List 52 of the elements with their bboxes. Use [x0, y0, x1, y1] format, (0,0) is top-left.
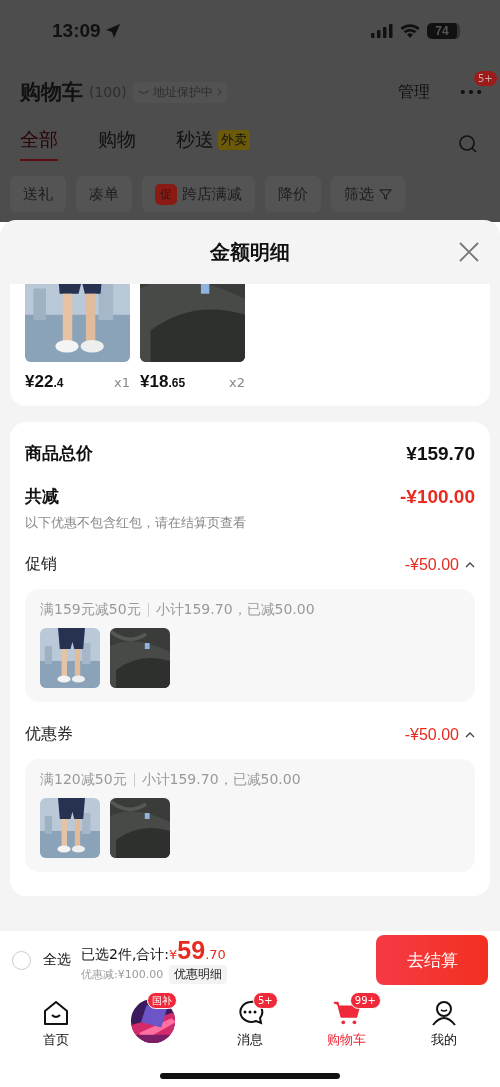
total-price: ¥159.70: [406, 442, 475, 465]
tab[interactable]: 全部: [20, 127, 58, 161]
notification-badge: 5+: [474, 71, 497, 86]
nav-tab[interactable]: 首页: [14, 989, 99, 1063]
total-label: 商品总价: [25, 442, 93, 465]
nav-tab[interactable]: 国补: [111, 989, 196, 1063]
item-price: ¥22.4: [25, 372, 64, 392]
discount-total: -¥100.00: [400, 485, 475, 508]
discount-label: 共减: [25, 485, 59, 508]
discount-amount: 优惠减:¥100.00: [81, 967, 164, 982]
person-icon: [429, 999, 458, 1027]
discount-subtotal: 小计159.70，已减50.00: [155, 601, 315, 619]
item-quantity: x1: [114, 375, 130, 390]
page-title: 购物车: [20, 79, 83, 106]
close-icon[interactable]: [459, 242, 479, 262]
notification-badge: 国补: [147, 992, 178, 1009]
promo-tag: 促: [155, 183, 177, 205]
discount-type: 促销: [25, 554, 57, 575]
checkout-button[interactable]: 去结算: [376, 935, 488, 985]
discount-detail-button[interactable]: 优惠明细: [169, 965, 228, 984]
nav-tab[interactable]: 我的: [401, 989, 486, 1063]
sheet-title: 金额明细: [210, 238, 290, 266]
tab[interactable]: 秒送 外卖: [176, 127, 250, 161]
item-quantity: x2: [229, 375, 245, 390]
select-all-checkbox[interactable]: 全选: [12, 950, 71, 970]
funnel-icon: [379, 187, 392, 201]
discount-rule: 满159元减50元: [40, 601, 141, 619]
delivery-tag: 外卖: [218, 130, 250, 150]
manage-button[interactable]: 管理: [398, 81, 430, 103]
notification-badge: 99+: [349, 992, 381, 1009]
nav-tab[interactable]: 5+ 消息: [208, 989, 292, 1063]
battery-level: 74: [435, 24, 449, 38]
order-total: 已选2件,合计:¥59.70: [81, 936, 227, 965]
discount-toggle[interactable]: -¥50.00: [404, 725, 475, 744]
discount-subtotal: 小计159.70，已减50.00: [141, 771, 301, 789]
tab[interactable]: 购物: [98, 127, 136, 161]
notification-badge: 5+: [253, 992, 278, 1009]
nav-tab[interactable]: 99+ 购物车: [304, 989, 389, 1063]
more-icon[interactable]: [460, 89, 482, 95]
wifi-icon: [400, 24, 420, 38]
discount-toggle[interactable]: -¥50.00: [404, 555, 475, 574]
discount-note: 以下优惠不包含红包，请在结算页查看: [25, 514, 247, 532]
signal-icon: [371, 24, 393, 38]
item-price: ¥18.65: [140, 372, 186, 392]
home-icon: [42, 999, 71, 1027]
location-arrow-icon: [104, 23, 121, 39]
chevron-right-icon: [215, 87, 223, 97]
status-time: 13:09: [52, 20, 101, 42]
discount-rule: 满120减50元: [40, 771, 127, 789]
discount-type: 优惠券: [25, 724, 73, 745]
search-icon[interactable]: [458, 134, 478, 154]
smile-icon: [136, 87, 150, 97]
